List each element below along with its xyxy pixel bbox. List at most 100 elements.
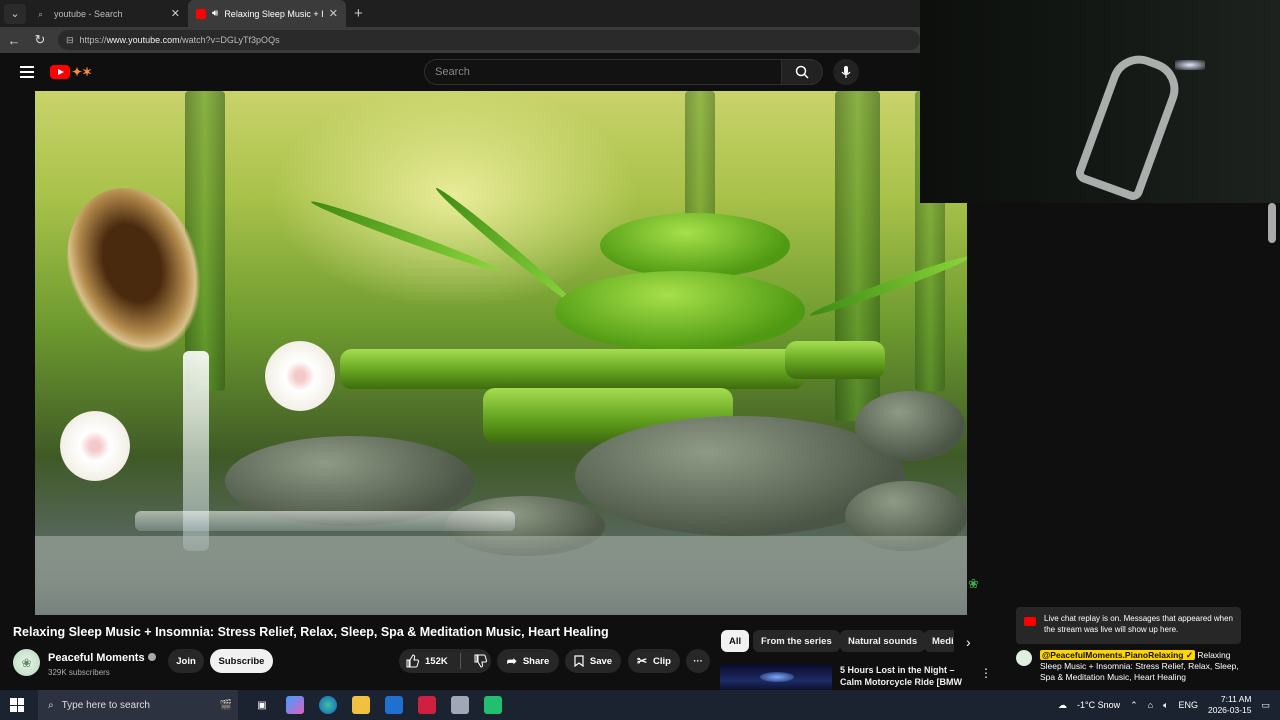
obs-icon[interactable] bbox=[484, 696, 502, 714]
lamp-light bbox=[1175, 60, 1205, 70]
save-button[interactable]: Save bbox=[565, 649, 621, 673]
channel-avatar[interactable]: ❀ bbox=[13, 649, 40, 676]
video-thumbnail[interactable] bbox=[720, 664, 832, 692]
share-button[interactable]: ➦ Share bbox=[497, 649, 559, 673]
new-tab-button[interactable]: + bbox=[354, 5, 363, 22]
water-reflection bbox=[35, 536, 967, 615]
like-button[interactable]: 152K bbox=[405, 654, 448, 668]
url-field[interactable]: ⊟ https://www.youtube.com/watch?v=DGLyTf… bbox=[58, 30, 920, 50]
chat-replay-text: Live chat replay is on. Messages that ap… bbox=[1044, 614, 1234, 634]
chip-from-the-series[interactable]: From the series bbox=[753, 630, 840, 652]
bamboo-leaf bbox=[432, 184, 578, 308]
url-domain: www.youtube.com bbox=[106, 35, 180, 45]
chevron-right-icon[interactable]: › bbox=[966, 634, 971, 650]
water-surface bbox=[135, 511, 515, 531]
weather-text[interactable]: -1°C Snow bbox=[1077, 700, 1120, 710]
youtube-play-icon bbox=[50, 65, 70, 79]
url-path: /watch?v=DGLyTf3pOQs bbox=[179, 35, 280, 45]
close-tab-icon[interactable]: ✕ bbox=[171, 7, 180, 20]
browser-tab-search[interactable]: ⌕ youtube - Search ✕ bbox=[30, 0, 188, 27]
system-tray: ☁ -1°C Snow ⌃ ⌂ 🔈︎ ENG 7:11 AM 2026-03-1… bbox=[1058, 690, 1270, 720]
refresh-icon[interactable]: ↻ bbox=[32, 32, 48, 48]
subscribe-button[interactable]: Subscribe bbox=[210, 649, 273, 673]
copilot-icon[interactable] bbox=[286, 696, 304, 714]
lotus-watermark-icon: ❀ bbox=[968, 576, 979, 591]
weather-icon[interactable]: ☁ bbox=[1058, 700, 1067, 711]
site-info-icon[interactable]: ⊟ bbox=[66, 35, 74, 46]
chat-message: @PeacefulMoments.PianoRelaxing ✓ Relaxin… bbox=[1016, 650, 1246, 683]
close-tab-icon[interactable]: ✕ bbox=[329, 7, 338, 20]
search-highlight-icon: 🎬 bbox=[219, 699, 232, 711]
save-label: Save bbox=[589, 655, 613, 667]
video-player[interactable] bbox=[35, 91, 967, 615]
recommended-video[interactable]: 5 Hours Lost in the Night – Calm Motorcy… bbox=[720, 664, 970, 699]
address-bar-row: ← ↻ ⊟ https://www.youtube.com/watch?v=DG… bbox=[0, 27, 920, 53]
clock[interactable]: 7:11 AM 2026-03-15 bbox=[1208, 694, 1251, 716]
microphone-icon bbox=[841, 66, 851, 78]
chip-natural-sounds[interactable]: Natural sounds bbox=[840, 630, 926, 652]
gift-icon[interactable] bbox=[418, 696, 436, 714]
volume-icon[interactable]: 🔈︎ bbox=[1163, 700, 1168, 711]
edge-icon[interactable] bbox=[319, 696, 337, 714]
video-title: Relaxing Sleep Music + Insomnia: Stress … bbox=[13, 625, 609, 639]
tab-actions-menu-button[interactable]: ⌄ bbox=[4, 3, 26, 24]
search-button[interactable] bbox=[781, 59, 823, 85]
time: 7:11 AM bbox=[1220, 694, 1252, 704]
clip-label: Clip bbox=[653, 655, 671, 667]
search-icon: ⌕ bbox=[48, 699, 54, 711]
chevron-up-icon[interactable]: ⌃ bbox=[1130, 700, 1138, 711]
thumbs-up-icon bbox=[406, 654, 419, 668]
green-stone bbox=[555, 271, 805, 351]
youtube-favicon-icon bbox=[196, 8, 206, 19]
back-arrow-icon[interactable]: ← bbox=[6, 33, 22, 48]
chat-author[interactable]: @PeacefulMoments.PianoRelaxing ✓ bbox=[1040, 650, 1195, 660]
search-icon: ⌕ bbox=[38, 8, 44, 19]
recommended-title: 5 Hours Lost in the Night – Calm Motorcy… bbox=[840, 665, 963, 699]
webcam-overlay bbox=[920, 0, 1280, 203]
language-indicator[interactable]: ENG bbox=[1178, 700, 1198, 710]
join-button[interactable]: Join bbox=[168, 649, 204, 673]
windows-start-icon[interactable] bbox=[10, 698, 24, 712]
author-avatar bbox=[1016, 650, 1032, 666]
like-count: 152K bbox=[425, 655, 448, 667]
share-icon: ➦ bbox=[506, 654, 517, 668]
channel-name[interactable]: Peaceful Moments bbox=[48, 652, 145, 664]
speaker-icon[interactable]: 🔊︎ bbox=[212, 8, 218, 19]
task-view-icon[interactable]: ▣ bbox=[253, 696, 271, 714]
chip-all[interactable]: All bbox=[721, 630, 750, 652]
chat-scrollbar[interactable] bbox=[1268, 203, 1276, 243]
search-icon bbox=[795, 65, 809, 79]
url-prefix: https:// bbox=[79, 35, 107, 45]
more-actions-button[interactable]: ··· bbox=[686, 649, 710, 673]
gaming-chair bbox=[1073, 47, 1187, 203]
bookmark-icon bbox=[574, 655, 584, 667]
river-stone bbox=[855, 391, 965, 461]
mail-icon[interactable] bbox=[385, 696, 403, 714]
taskbar-search[interactable]: ⌕ Type here to search 🎬 bbox=[38, 690, 238, 720]
thumbs-down-icon[interactable] bbox=[473, 654, 487, 668]
divider bbox=[459, 653, 461, 669]
voice-search-button[interactable] bbox=[833, 59, 859, 85]
menu-icon[interactable] bbox=[20, 66, 34, 78]
flower bbox=[265, 341, 335, 411]
network-icon[interactable]: ⌂ bbox=[1148, 700, 1153, 710]
browser-tab-video[interactable]: 🔊︎ Relaxing Sleep Music + Insomnia ✕ bbox=[188, 0, 346, 27]
windows-taskbar: ⌕ Type here to search 🎬 ▣ ☁ -1°C Snow ⌃ … bbox=[0, 690, 1280, 720]
youtube-logo[interactable]: ✦✶ bbox=[50, 65, 92, 79]
like-dislike-group: 152K bbox=[399, 649, 491, 673]
green-stone bbox=[600, 213, 790, 278]
channel-info: ❀ Peaceful Moments 329K subscribers bbox=[13, 648, 156, 677]
chat-replay-notice: Live chat replay is on. Messages that ap… bbox=[1016, 607, 1241, 644]
scissors-icon: ✂ bbox=[636, 654, 648, 668]
file-explorer-icon[interactable] bbox=[352, 696, 370, 714]
chip-meditation[interactable]: Medi bbox=[924, 630, 954, 652]
verified-icon bbox=[147, 652, 156, 661]
tab-title: youtube - Search bbox=[54, 8, 123, 19]
search-input[interactable]: Search bbox=[424, 59, 782, 85]
bamboo-pipe bbox=[785, 341, 885, 379]
notifications-icon[interactable]: ▭ bbox=[1261, 700, 1270, 711]
bamboo-pipe bbox=[340, 349, 805, 389]
clip-button[interactable]: ✂ Clip bbox=[628, 649, 680, 673]
more-vert-icon[interactable]: ⋮ bbox=[980, 666, 992, 680]
app-icon[interactable] bbox=[451, 696, 469, 714]
